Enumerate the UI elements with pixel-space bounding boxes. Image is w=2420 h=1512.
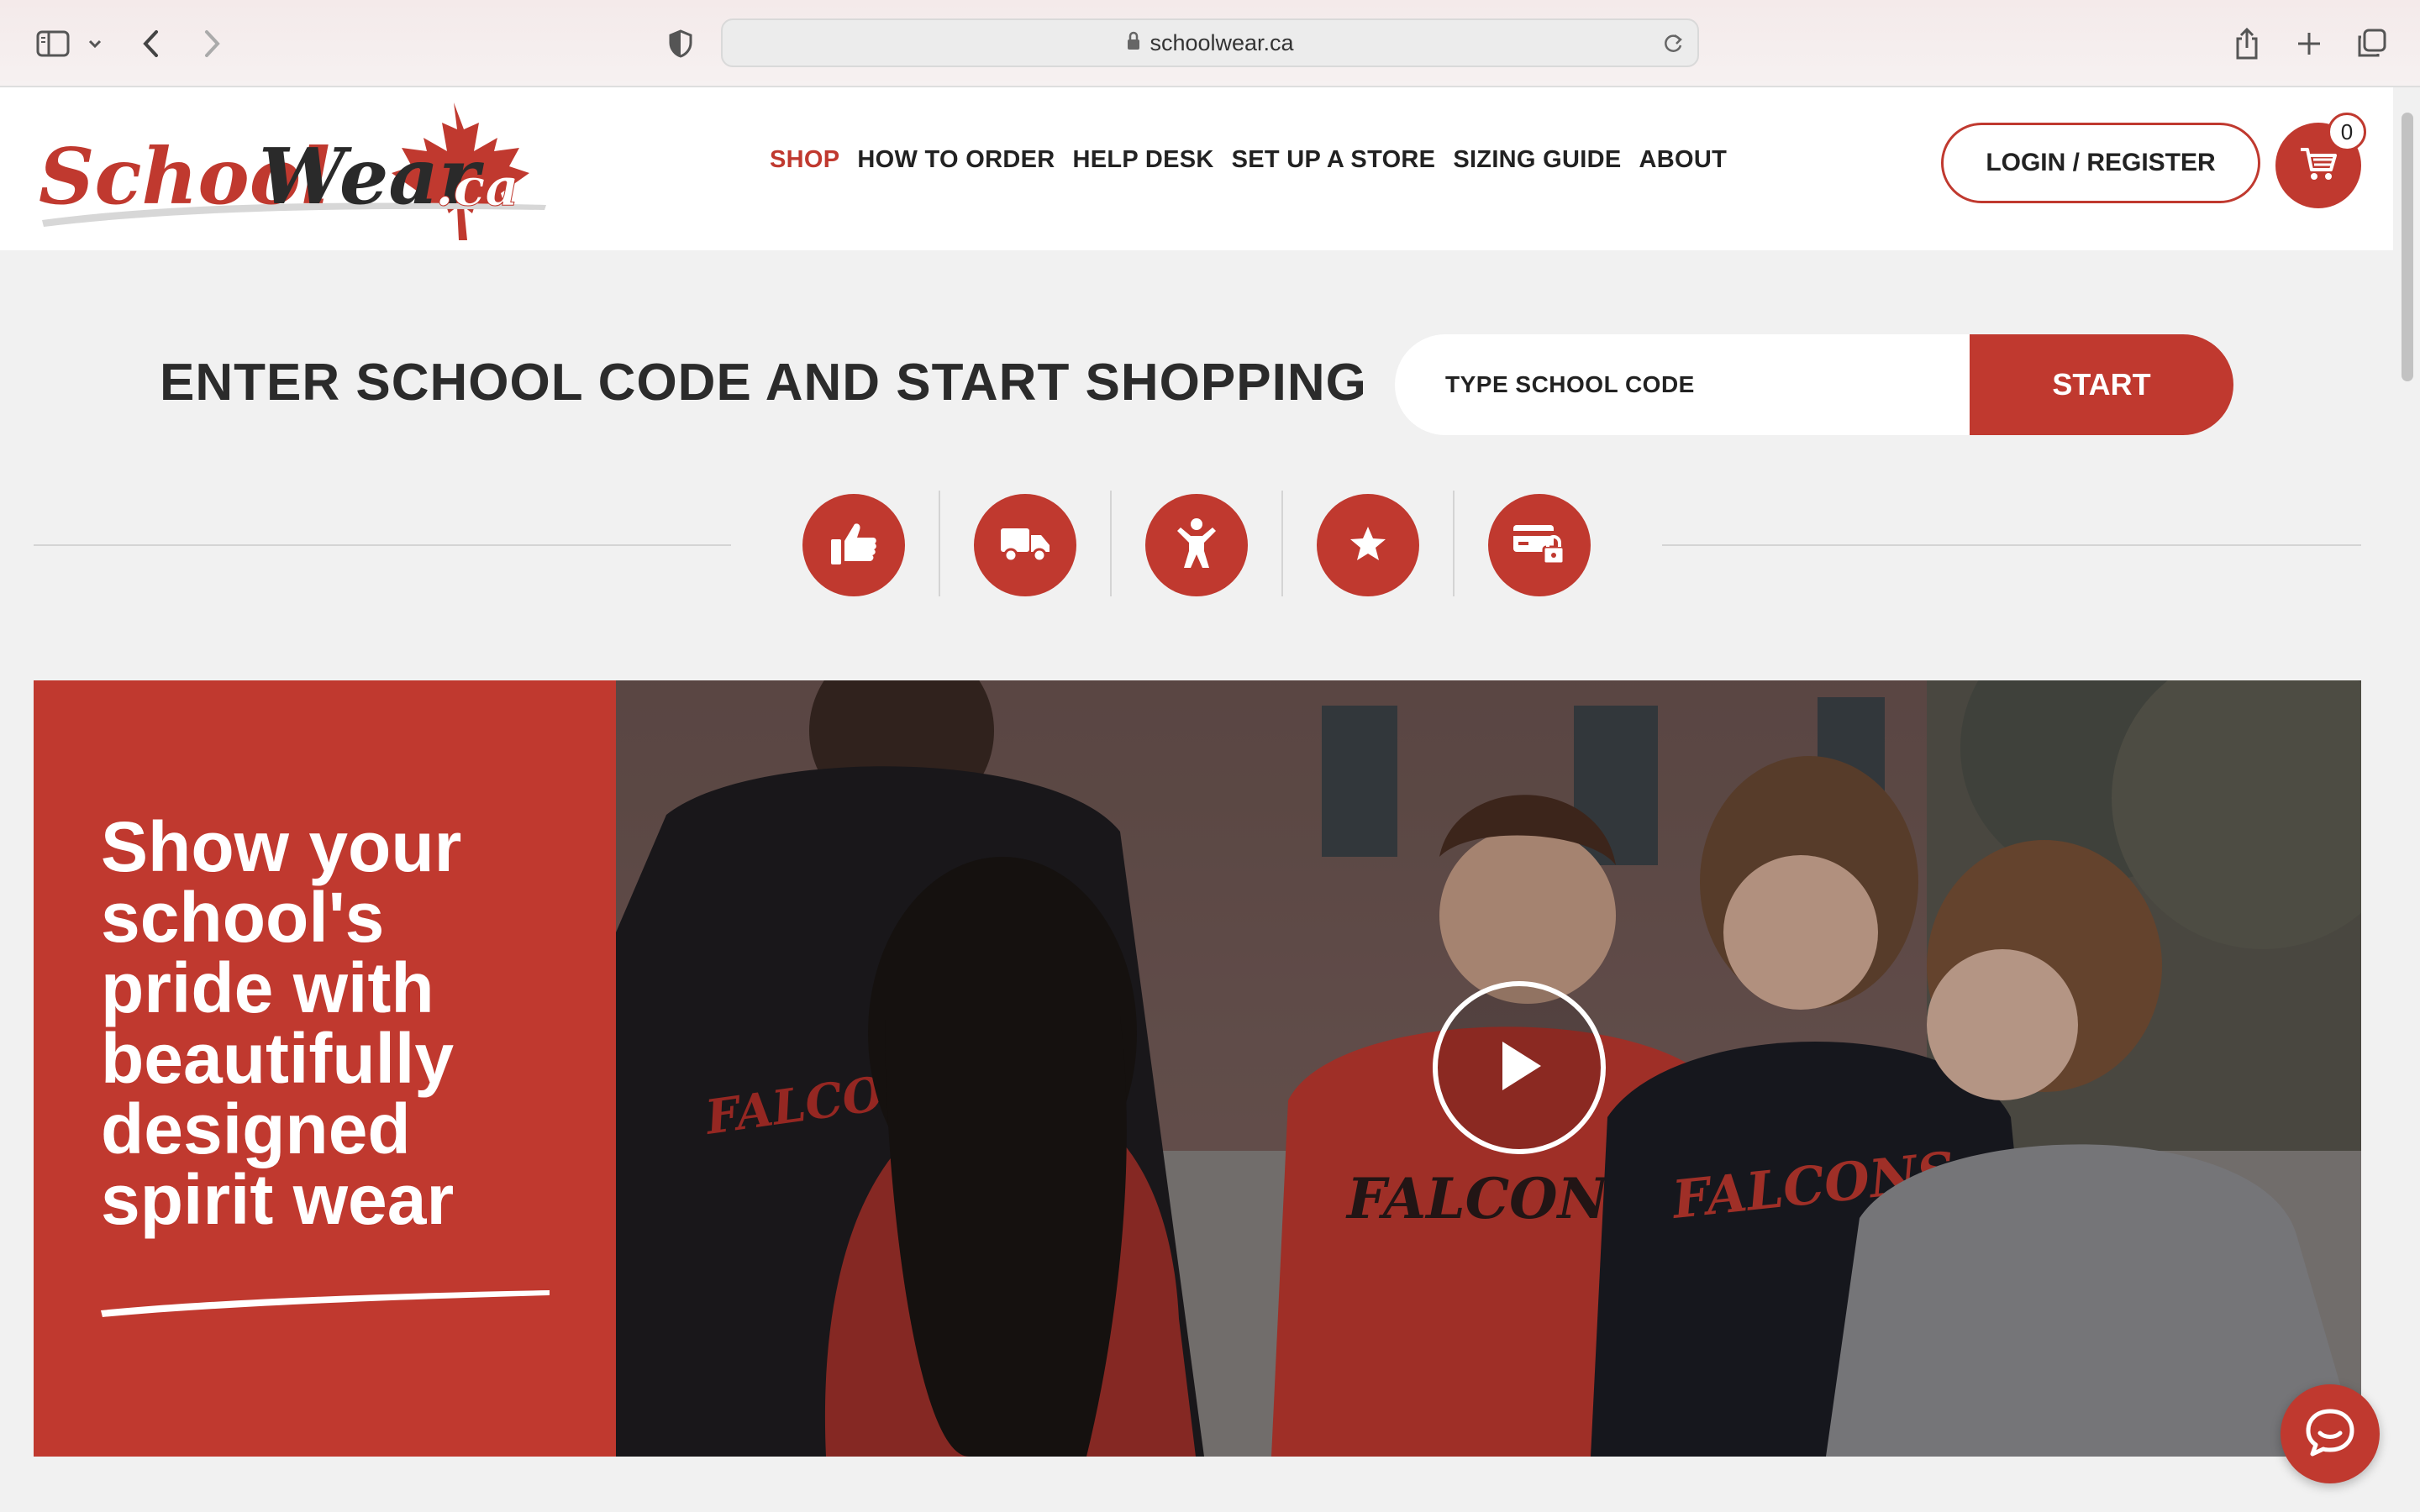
nav-help-desk[interactable]: HELP DESK: [1072, 146, 1213, 174]
back-icon[interactable]: [134, 20, 168, 67]
hero-video[interactable]: FALCONS FALCON FALCONS: [616, 680, 2361, 1457]
feature-fit[interactable]: [1145, 494, 1248, 596]
url-text: schoolwear.ca: [1150, 29, 1294, 55]
school-code-input[interactable]: [1395, 334, 1970, 435]
brush-underline: [101, 1290, 550, 1317]
person-icon: [1177, 517, 1216, 573]
nav-shop[interactable]: SHOP: [770, 146, 839, 174]
lock-icon: [1126, 31, 1141, 55]
feature-separator: [1110, 491, 1112, 596]
divider-right: [1662, 544, 2361, 546]
privacy-shield-icon[interactable]: [664, 20, 697, 67]
delivery-truck-icon: [999, 525, 1051, 565]
site-header: School Wear .ca SHOP HOW TO ORDER HELP D…: [0, 87, 2393, 250]
nav-sizing-guide[interactable]: SIZING GUIDE: [1453, 146, 1621, 174]
school-code-heading: ENTER SCHOOL CODE AND START SHOPPING: [160, 354, 1367, 412]
chat-icon: [2305, 1408, 2355, 1460]
feature-separator: [939, 491, 940, 596]
school-code-form: START: [1395, 334, 2233, 435]
hero-headline: Show your school's pride with beautifull…: [101, 807, 462, 1239]
address-bar[interactable]: schoolwear.ca: [721, 18, 1699, 67]
browser-toolbar: schoolwear.ca: [0, 0, 2420, 87]
share-icon[interactable]: [2228, 20, 2265, 67]
thumbs-up-icon: [829, 521, 878, 570]
main-nav: SHOP HOW TO ORDER HELP DESK SET UP A STO…: [770, 146, 1744, 174]
start-button[interactable]: START: [1970, 334, 2233, 435]
feature-delivery[interactable]: [974, 494, 1076, 596]
hero-section: Show your school's pride with beautifull…: [34, 680, 2361, 1457]
scrollbar-thumb[interactable]: [2402, 113, 2413, 381]
feature-secure-payment[interactable]: [1488, 494, 1591, 596]
nav-about[interactable]: ABOUT: [1639, 146, 1727, 174]
page-scrollbar[interactable]: [2393, 87, 2420, 1512]
chevron-down-icon[interactable]: [82, 20, 108, 67]
video-play-button[interactable]: [1433, 981, 1606, 1154]
feature-separator: [1281, 491, 1283, 596]
feature-satisfaction[interactable]: [1317, 494, 1419, 596]
nav-set-up-a-store[interactable]: SET UP A STORE: [1232, 146, 1436, 174]
secure-payment-icon: [1512, 522, 1567, 569]
sidebar-icon[interactable]: [32, 20, 74, 67]
forward-icon[interactable]: [195, 20, 229, 67]
star-icon: [1349, 525, 1387, 565]
shopping-cart-icon: [2299, 146, 2338, 185]
feature-separator: [1453, 491, 1455, 596]
play-icon: [1494, 1038, 1544, 1097]
tab-overview-icon[interactable]: [2353, 20, 2390, 67]
login-register-button[interactable]: LOGIN / REGISTER: [1941, 123, 2260, 203]
cart-count-badge: 0: [2328, 113, 2366, 151]
divider-left: [34, 544, 731, 546]
live-chat-button[interactable]: [2281, 1384, 2380, 1483]
hero-text-panel: Show your school's pride with beautifull…: [34, 680, 616, 1457]
new-tab-icon[interactable]: [2291, 20, 2328, 67]
nav-how-to-order[interactable]: HOW TO ORDER: [857, 146, 1055, 174]
svg-text:.ca: .ca: [435, 156, 519, 218]
feature-quality[interactable]: [802, 494, 905, 596]
reload-icon[interactable]: [1662, 32, 1684, 59]
schoolwear-logo[interactable]: School Wear .ca: [34, 96, 563, 247]
